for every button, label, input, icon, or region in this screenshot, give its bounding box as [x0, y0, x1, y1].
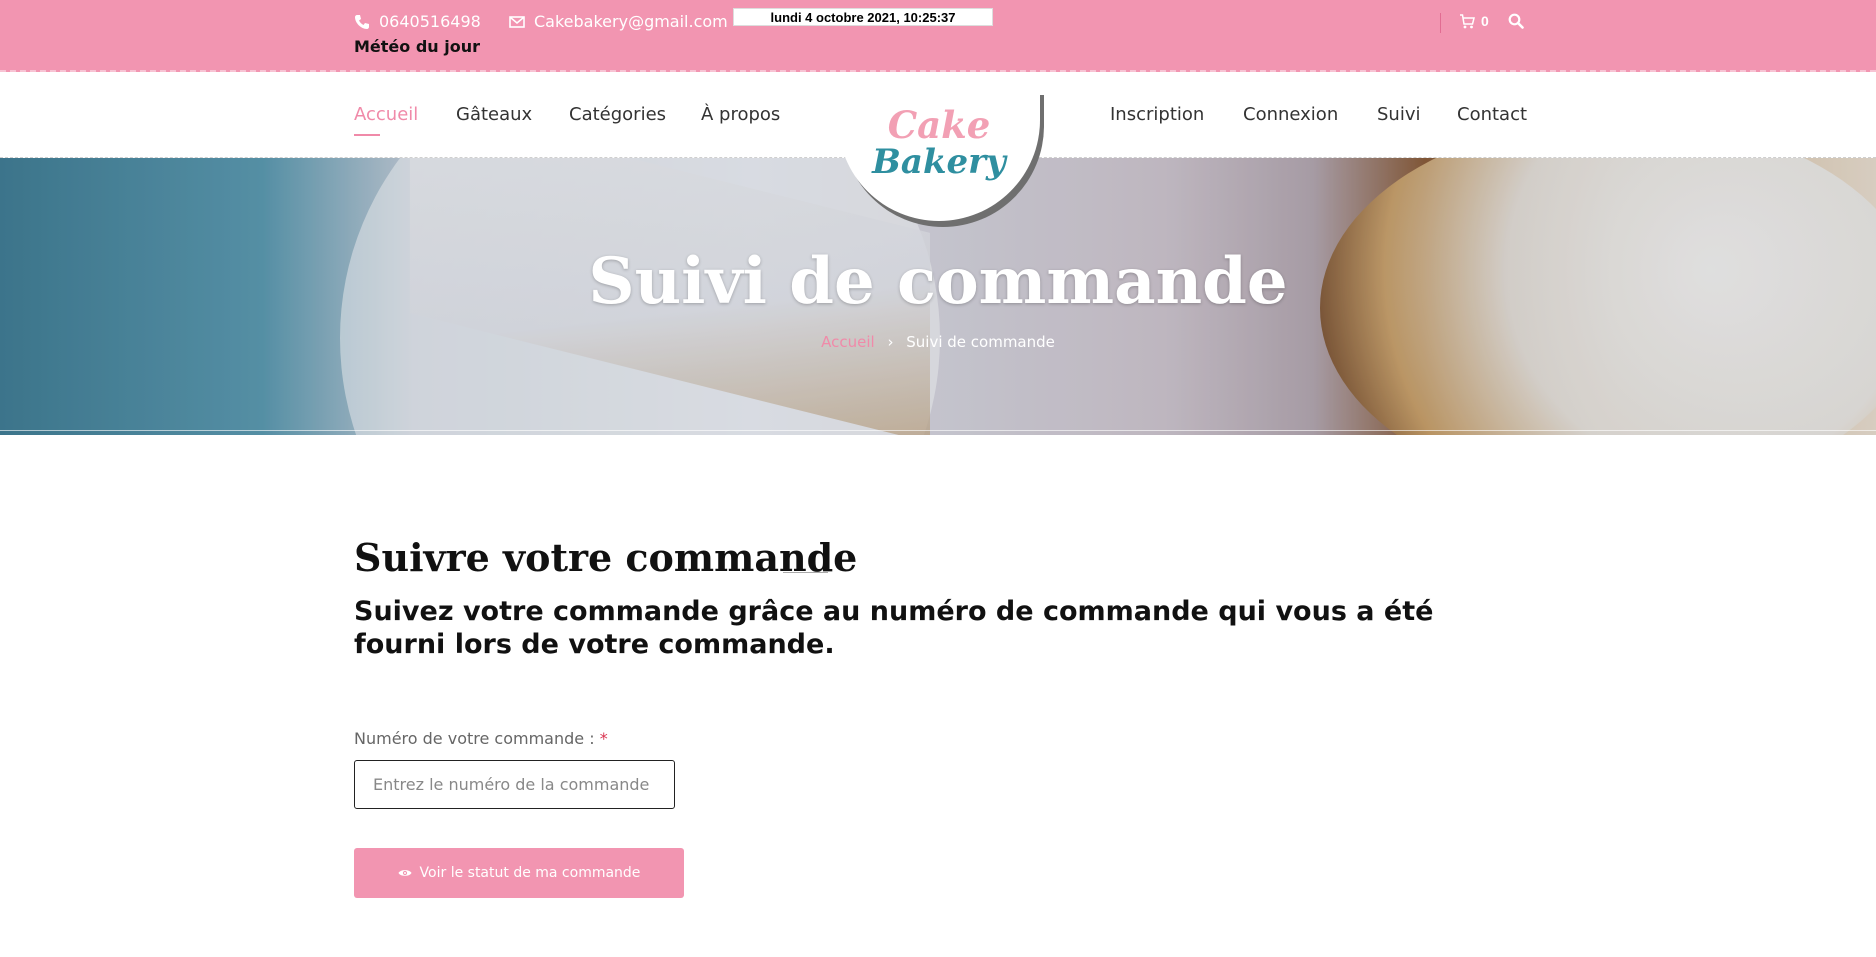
section-subtitle: Suivez votre commande grâce au numéro de… [354, 596, 1434, 660]
page-title: Suivi de commande [588, 244, 1288, 319]
cart-icon [1460, 13, 1475, 28]
envelope-icon [509, 15, 525, 28]
order-number-input[interactable] [354, 760, 675, 809]
search-icon [1508, 13, 1524, 29]
datetime-display: lundi 4 octobre 2021, 10:25:37 [733, 8, 993, 26]
eye-icon [398, 870, 412, 876]
phone-icon [355, 14, 369, 29]
nav-item-connexion[interactable]: Connexion [1243, 104, 1338, 125]
nav-item-suivi[interactable]: Suivi [1377, 104, 1421, 125]
nav-item-gateaux[interactable]: Gâteaux [456, 104, 532, 125]
topbar-divider [1440, 13, 1441, 33]
button-label: Voir le statut de ma commande [419, 865, 641, 881]
nav-item-a-propos[interactable]: À propos [701, 104, 780, 125]
active-indicator [354, 134, 380, 136]
email-contact[interactable]: Cakebakery@gmail.com [509, 12, 728, 31]
search-button[interactable] [1508, 13, 1524, 34]
hero-divider [0, 430, 1876, 431]
breadcrumb: Accueil › Suivi de commande [0, 333, 1876, 351]
order-number-label: Numéro de votre commande : * [354, 729, 608, 748]
view-order-status-button[interactable]: Voir le statut de ma commande [354, 848, 684, 898]
logo-line-bakery: Bakery [872, 142, 1006, 182]
email-address: Cakebakery@gmail.com [534, 12, 728, 31]
required-marker: * [599, 729, 608, 748]
chevron-right-icon: › [887, 333, 894, 351]
weather-label[interactable]: Météo du jour [354, 37, 480, 56]
nav-label: Accueil [354, 104, 419, 125]
logo-line-cake: Cake [887, 103, 991, 147]
cart-count: 0 [1481, 13, 1489, 29]
order-number-label-text: Numéro de votre commande : [354, 729, 595, 748]
phone-contact[interactable]: 0640516498 [354, 12, 481, 31]
breadcrumb-home-link[interactable]: Accueil [821, 333, 875, 351]
nav-item-contact[interactable]: Contact [1457, 104, 1527, 125]
nav-item-accueil[interactable]: Accueil [354, 104, 419, 136]
section-title: Suivre votre commande [354, 535, 858, 580]
cart-button[interactable]: 0 [1459, 13, 1489, 29]
nav-item-categories[interactable]: Catégories [569, 104, 666, 125]
phone-number: 0640516498 [379, 12, 481, 31]
top-bar: 0640516498 Cakebakery@gmail.com lundi 4 … [0, 0, 1876, 72]
breadcrumb-current: Suivi de commande [906, 333, 1055, 351]
title-decoration-line [783, 572, 828, 573]
nav-item-inscription[interactable]: Inscription [1110, 104, 1204, 125]
